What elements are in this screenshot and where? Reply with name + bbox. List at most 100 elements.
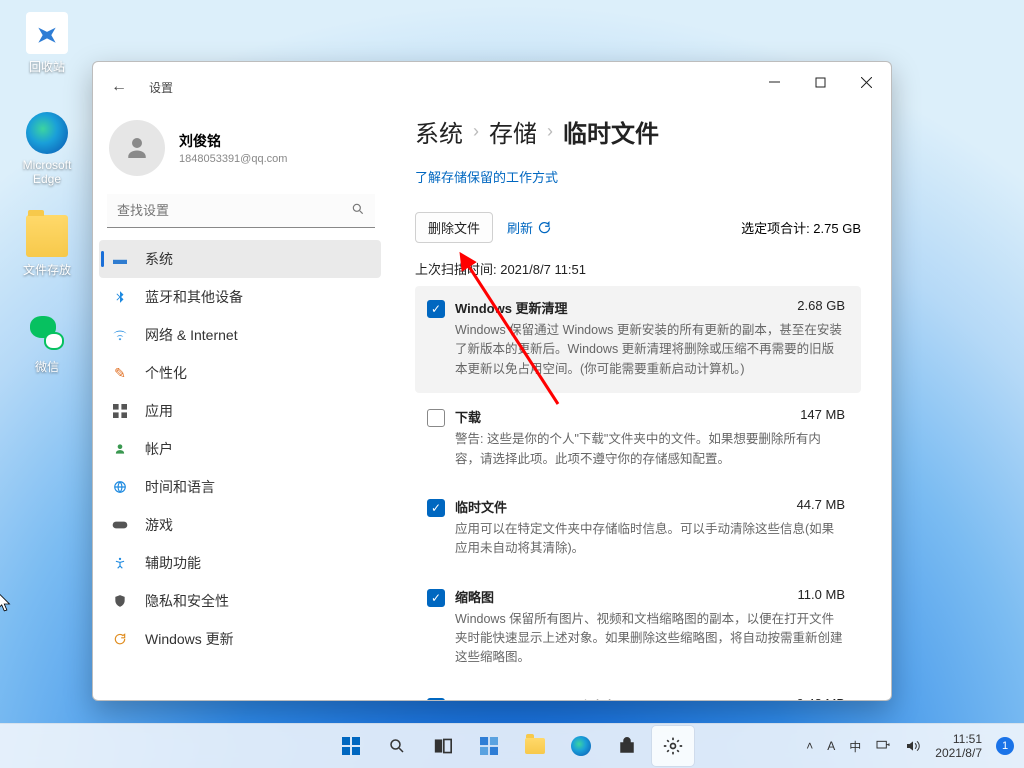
maximize-icon xyxy=(815,77,826,88)
temp-file-item[interactable]: 下载147 MB警告: 这些是你的个人"下载"文件夹中的文件。如果想要删除所有内… xyxy=(415,395,861,483)
desktop-icon-label: 微信 xyxy=(12,358,82,375)
item-title: Windows 更新清理 xyxy=(455,298,568,317)
checkbox[interactable] xyxy=(427,698,445,700)
sidebar-item-personalize[interactable]: ✎ 个性化 xyxy=(99,354,381,392)
temp-file-item[interactable]: 缩略图11.0 MBWindows 保留所有图片、视频和文档缩略图的副本，以便在… xyxy=(415,575,861,682)
temp-file-item[interactable]: 临时文件44.7 MB应用可以在特定文件夹中存储临时信息。可以手动清除这些信息(… xyxy=(415,485,861,573)
checkbox[interactable] xyxy=(427,499,445,517)
sidebar-item-label: Windows 更新 xyxy=(145,629,234,649)
temp-file-item[interactable]: Windows 更新清理 2.68 GB Windows 保留通过 Windows … xyxy=(415,286,861,393)
refresh-button[interactable]: 刷新 xyxy=(507,218,552,237)
tray-volume[interactable] xyxy=(899,726,927,766)
refresh-label: 刷新 xyxy=(507,218,533,237)
tray-expand[interactable]: ˄ xyxy=(800,726,819,766)
sidebar-item-label: 系统 xyxy=(145,249,173,269)
minimize-button[interactable] xyxy=(751,66,797,98)
edge-icon xyxy=(26,112,68,154)
start-button[interactable] xyxy=(330,726,372,766)
mouse-cursor xyxy=(0,592,15,621)
desktop-icon-recycle-bin[interactable]: 回收站 xyxy=(12,12,82,75)
sidebar-item-accessibility[interactable]: 辅助功能 xyxy=(99,544,381,582)
windows-icon xyxy=(342,737,360,755)
last-scan-time: 上次扫描时间: 2021/8/7 11:51 xyxy=(415,259,861,278)
close-button[interactable] xyxy=(843,66,889,98)
item-title: 下载 xyxy=(455,407,481,426)
clock-time: 11:51 xyxy=(953,732,982,746)
sidebar-item-gaming[interactable]: 游戏 xyxy=(99,506,381,544)
brush-icon: ✎ xyxy=(111,364,129,382)
taskbar-search[interactable] xyxy=(376,726,418,766)
sidebar-item-update[interactable]: Windows 更新 xyxy=(99,620,381,658)
breadcrumb-temp-files: 临时文件 xyxy=(563,114,659,149)
sidebar-item-label: 网络 & Internet xyxy=(145,325,238,345)
gear-icon xyxy=(663,736,683,756)
notification-center[interactable]: 1 xyxy=(990,726,1020,766)
learn-more-link[interactable]: 了解存储保留的工作方式 xyxy=(415,167,861,186)
checkbox[interactable] xyxy=(427,409,445,427)
item-title: 缩略图 xyxy=(455,587,494,606)
widgets-button[interactable] xyxy=(468,726,510,766)
back-button[interactable]: ← xyxy=(105,72,133,102)
breadcrumb: 系统 › 存储 › 临时文件 xyxy=(415,114,861,149)
taskbar-settings[interactable] xyxy=(652,726,694,766)
item-size: 2.68 GB xyxy=(797,298,845,317)
chevron-up-icon: ˄ xyxy=(806,739,813,753)
taskbar-explorer[interactable] xyxy=(514,726,556,766)
sidebar-item-bluetooth[interactable]: 蓝牙和其他设备 xyxy=(99,278,381,316)
gamepad-icon xyxy=(111,516,129,534)
tray-network[interactable] xyxy=(869,726,897,766)
maximize-button[interactable] xyxy=(797,66,843,98)
desktop-icon-wechat[interactable]: 微信 xyxy=(12,312,82,375)
sidebar-item-label: 帐户 xyxy=(145,439,173,459)
taskbar: ˄ A 中 11:51 2021/8/7 1 xyxy=(0,723,1024,768)
desktop-icon-edge[interactable]: Microsoft Edge xyxy=(12,112,82,186)
shield-icon xyxy=(111,592,129,610)
breadcrumb-system[interactable]: 系统 xyxy=(415,114,463,149)
item-description: Windows 保留通过 Windows 更新安装的所有更新的副本，甚至在安装了… xyxy=(455,321,845,379)
delete-files-button[interactable]: 删除文件 xyxy=(415,212,493,243)
network-icon xyxy=(875,739,891,753)
temp-file-list: Windows 更新清理 2.68 GB Windows 保留通过 Windows … xyxy=(415,286,861,700)
search-input[interactable] xyxy=(107,194,375,228)
temp-file-item[interactable]: Microsoft Defender 防病毒9.48 MBMicrosoft D… xyxy=(415,684,861,700)
task-view-button[interactable] xyxy=(422,726,464,766)
bluetooth-icon xyxy=(111,288,129,306)
sidebar-item-time[interactable]: 时间和语言 xyxy=(99,468,381,506)
ime-indicator-a[interactable]: A xyxy=(821,726,841,766)
desktop-icon-label: Microsoft Edge xyxy=(12,158,82,186)
item-size: 9.48 MB xyxy=(797,696,845,700)
item-description: Windows 保留所有图片、视频和文档缩略图的副本，以便在打开文件夹时能快速显… xyxy=(455,610,845,668)
desktop-icon-folder[interactable]: 文件存放 xyxy=(12,215,82,278)
clock-date: 2021/8/7 xyxy=(935,746,982,760)
sidebar-item-apps[interactable]: 应用 xyxy=(99,392,381,430)
checkbox[interactable] xyxy=(427,589,445,607)
recycle-bin-icon xyxy=(26,12,68,54)
taskbar-edge[interactable] xyxy=(560,726,602,766)
folder-icon xyxy=(525,738,545,754)
sidebar-nav: ▬ 系统 蓝牙和其他设备 网络 & Internet ✎ xyxy=(93,240,389,700)
taskbar-store[interactable] xyxy=(606,726,648,766)
taskbar-clock[interactable]: 11:51 2021/8/7 xyxy=(929,726,988,766)
task-view-icon xyxy=(434,738,452,754)
person-icon xyxy=(111,440,129,458)
ime-indicator-chinese[interactable]: 中 xyxy=(843,726,867,766)
window-titlebar[interactable]: ← 设置 xyxy=(93,62,891,102)
item-size: 44.7 MB xyxy=(797,497,845,516)
sidebar-item-label: 应用 xyxy=(145,401,173,421)
chevron-right-icon: › xyxy=(547,121,553,142)
breadcrumb-storage[interactable]: 存储 xyxy=(489,114,537,149)
item-title: Microsoft Defender 防病毒 xyxy=(455,696,616,700)
sidebar-item-system[interactable]: ▬ 系统 xyxy=(99,240,381,278)
sidebar-item-network[interactable]: 网络 & Internet xyxy=(99,316,381,354)
sidebar: 刘俊铭 1848053391@qq.com ▬ 系统 xyxy=(93,102,393,700)
folder-icon xyxy=(26,215,68,257)
search-icon xyxy=(388,737,406,755)
sidebar-item-privacy[interactable]: 隐私和安全性 xyxy=(99,582,381,620)
apps-icon xyxy=(111,402,129,420)
app-title: 设置 xyxy=(149,79,173,96)
sidebar-item-accounts[interactable]: 帐户 xyxy=(99,430,381,468)
user-block[interactable]: 刘俊铭 1848053391@qq.com xyxy=(93,102,389,192)
checkbox[interactable] xyxy=(427,300,445,318)
desktop-icon-label: 回收站 xyxy=(12,58,82,75)
item-title: 临时文件 xyxy=(455,497,507,516)
